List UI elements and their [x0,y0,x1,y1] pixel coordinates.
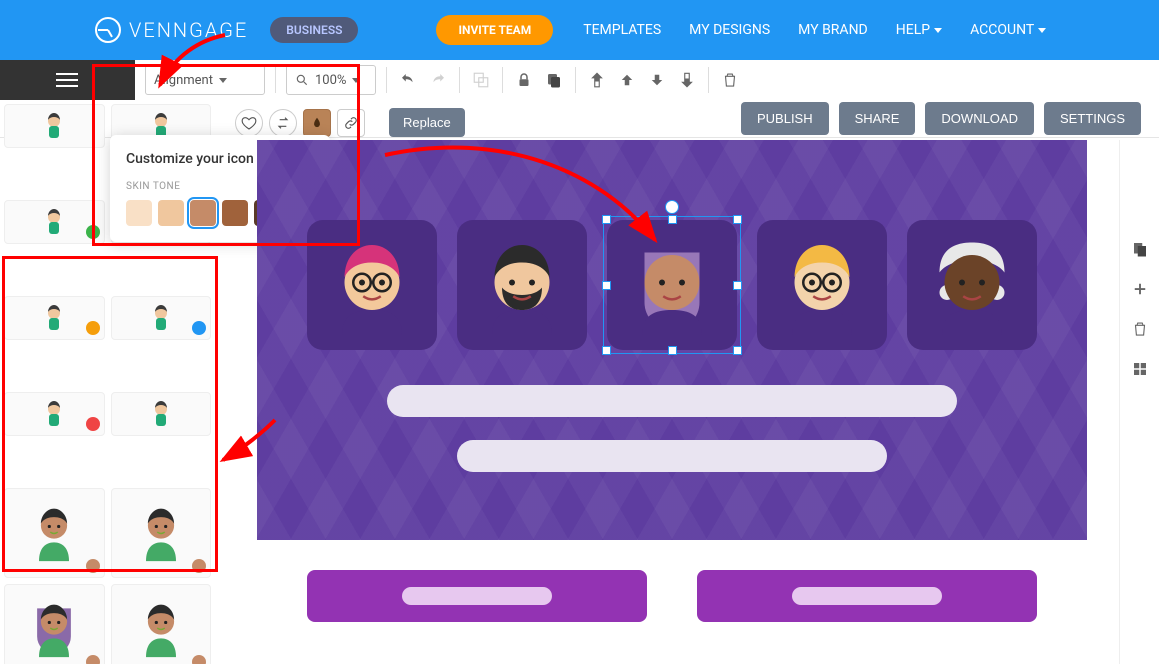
cta-button-2[interactable] [697,570,1037,622]
zoom-dropdown[interactable]: 100% [286,65,376,95]
skin-tone-swatch-button[interactable] [303,109,331,137]
library-icon-man-search[interactable] [111,296,212,340]
alignment-dropdown[interactable]: Alignment [145,65,265,95]
chevron-down-icon [934,28,942,33]
grid-view-icon[interactable] [1131,360,1149,378]
swap-icon-button[interactable] [269,109,297,137]
avatar-blonde-glasses[interactable] [757,220,887,350]
library-icon-man-remove[interactable] [4,392,105,436]
rotate-handle-icon[interactable] [665,200,679,214]
chevron-down-icon [352,78,360,83]
download-button[interactable]: DOWNLOAD [925,102,1034,135]
top-nav: TEMPLATES MY DESIGNS MY BRAND HELP ACCOUNT [583,22,1046,38]
clock-logo-icon [95,17,121,43]
avatar-row [307,220,1037,350]
bring-forward-button[interactable] [616,69,638,91]
cta-button-1[interactable] [307,570,647,622]
brand-logo[interactable]: VENNGAGE [95,17,248,43]
settings-button[interactable]: SETTINGS [1044,102,1141,135]
nav-account[interactable]: ACCOUNT [970,22,1046,38]
add-page-icon[interactable] [1131,280,1149,298]
skin-tone-option[interactable] [126,200,152,226]
hero-section [257,140,1087,540]
heading-placeholder[interactable] [387,385,957,417]
nav-help[interactable]: HELP [896,22,942,38]
nav-my-designs[interactable]: MY DESIGNS [689,22,770,38]
document-actions: PUBLISH SHARE DOWNLOAD SETTINGS [741,62,1141,135]
avatar-bearded-man[interactable] [457,220,587,350]
library-icon-man-plain[interactable] [111,392,212,436]
avatar-elder-woman[interactable] [907,220,1037,350]
brand-name: VENNGAGE [129,18,248,42]
share-button[interactable]: SHARE [839,102,916,135]
sidebar-toggle[interactable] [0,60,135,100]
redo-button[interactable] [427,69,449,91]
link-button[interactable] [337,109,365,137]
library-icon-man-add[interactable] [4,200,105,244]
favorite-button[interactable] [235,109,263,137]
plan-badge[interactable]: BUSINESS [270,17,358,43]
selection-context-bar: Replace [235,108,465,137]
delete-button[interactable] [719,69,741,91]
canvas-viewport[interactable] [225,140,1119,664]
chevron-down-icon [219,78,227,83]
library-icon-man-edit[interactable] [4,296,105,340]
skin-tone-option[interactable] [190,200,216,226]
replace-button[interactable]: Replace [389,108,465,137]
library-icon-boy-vest[interactable] [4,488,105,578]
group-button[interactable] [470,69,492,91]
nav-my-brand[interactable]: MY BRAND [798,22,868,38]
cta-row [257,570,1087,622]
undo-button[interactable] [397,69,419,91]
avatar-hijab-woman[interactable] [607,220,737,350]
delete-page-icon[interactable] [1131,320,1149,338]
avatar-pink-hair[interactable] [307,220,437,350]
subheading-placeholder[interactable] [457,440,887,472]
copy-button[interactable] [543,69,565,91]
send-back-button[interactable] [676,69,698,91]
top-bar: VENNGAGE BUSINESS INVITE TEAM TEMPLATES M… [0,0,1159,60]
library-icon-woman-hijab[interactable] [4,584,105,664]
design-canvas[interactable] [257,140,1087,664]
publish-button[interactable]: PUBLISH [741,102,829,135]
library-icon-man-cane[interactable] [111,488,212,578]
search-icon [295,73,309,87]
duplicate-page-icon[interactable] [1131,240,1149,258]
send-backward-button[interactable] [646,69,668,91]
skin-tone-option[interactable] [158,200,184,226]
hamburger-icon [56,73,78,87]
library-icon-man-beard[interactable] [111,584,212,664]
lock-button[interactable] [513,69,535,91]
bring-front-button[interactable] [586,69,608,91]
right-tools-rail [1119,140,1159,664]
library-icon-business-man[interactable] [4,104,105,148]
invite-team-button[interactable]: INVITE TEAM [436,15,553,45]
chevron-down-icon [1038,28,1046,33]
nav-templates[interactable]: TEMPLATES [583,22,661,38]
